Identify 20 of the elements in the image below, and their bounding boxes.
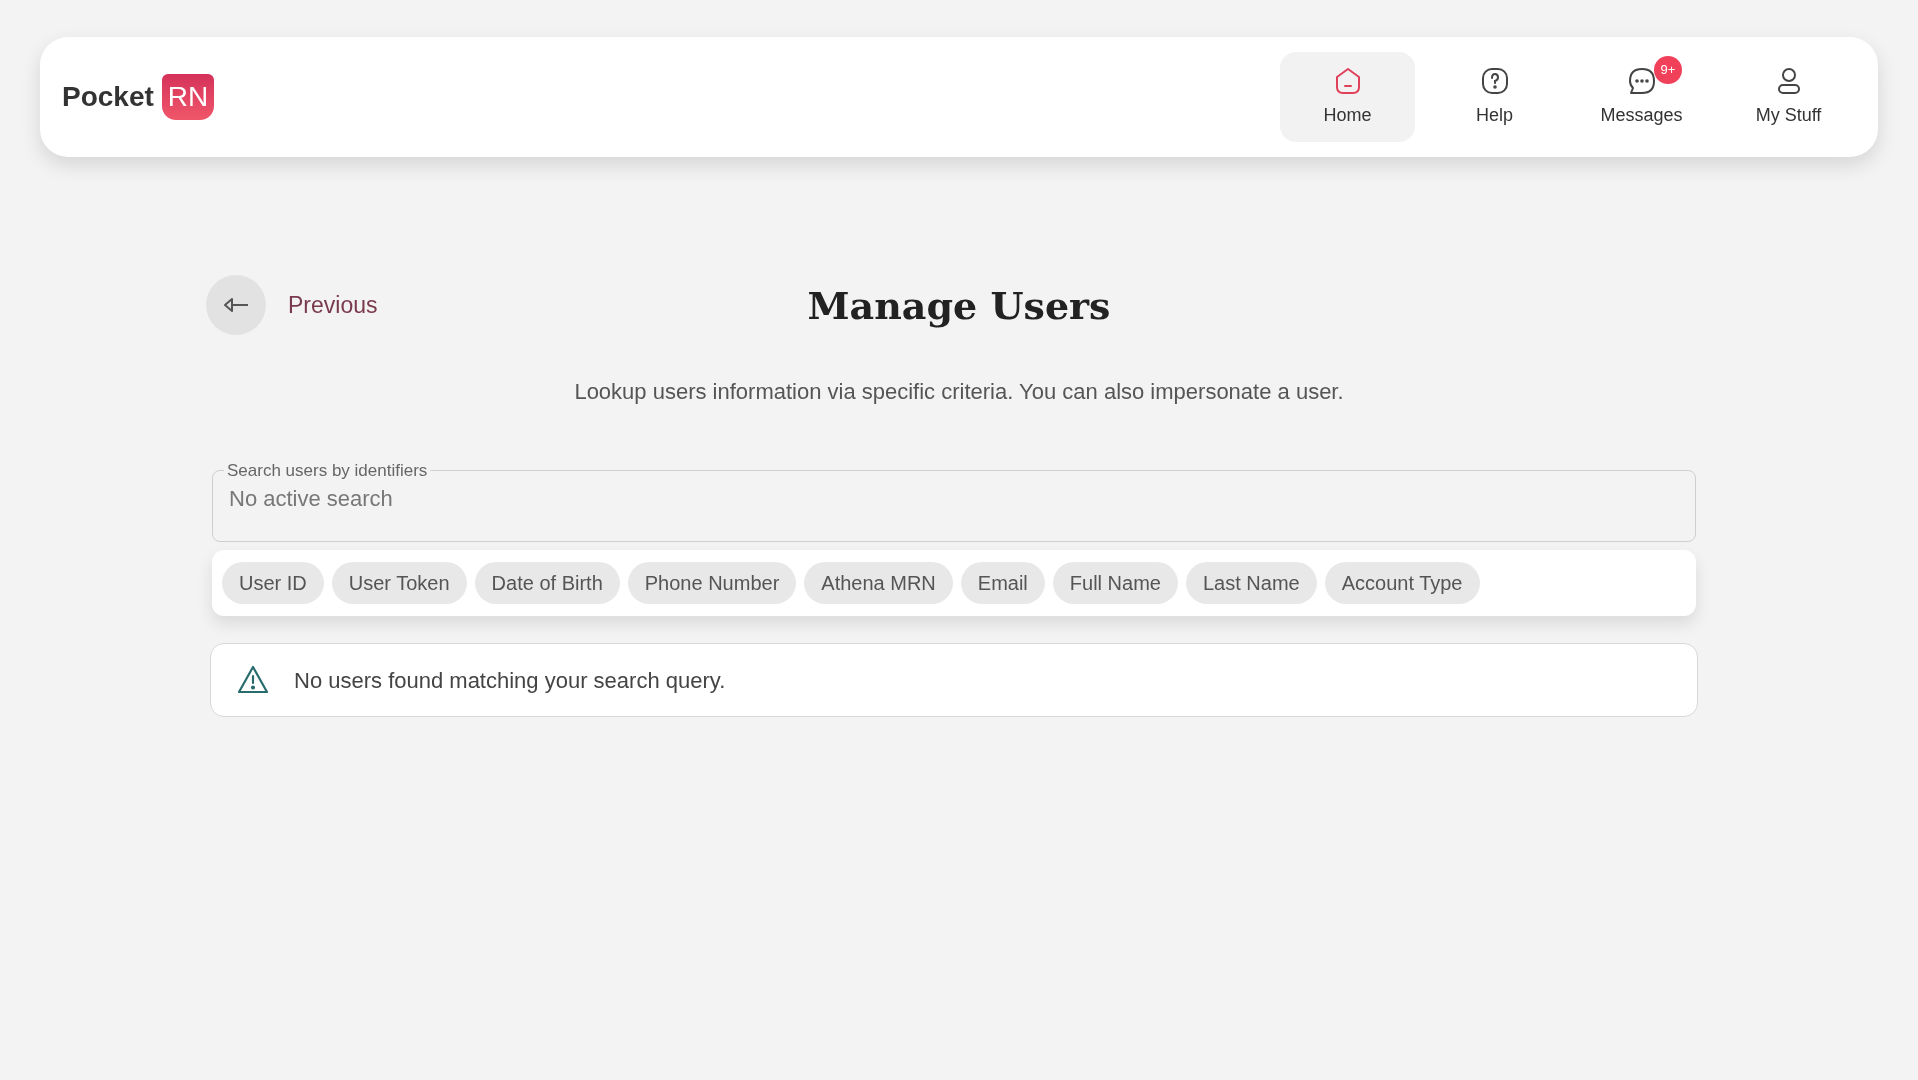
help-icon	[1479, 65, 1510, 96]
alert-message: No users found matching your search query.	[294, 666, 726, 695]
page-title: Manage Users	[807, 281, 1111, 330]
previous-link[interactable]: Previous	[288, 287, 378, 323]
filter-chip[interactable]: User ID	[222, 562, 324, 604]
chat-bubble-icon	[1626, 65, 1657, 96]
page-subtitle: Lookup users information via specific criteria. You can also impersonate a user.	[573, 378, 1345, 406]
logo-badge: RN	[161, 74, 215, 120]
nav-item[interactable]: Home	[1280, 52, 1415, 142]
warning-icon	[236, 664, 270, 696]
filter-chip[interactable]: Email	[960, 562, 1045, 604]
filter-chip[interactable]: Last Name	[1185, 562, 1317, 604]
filter-chip[interactable]: Full Name	[1052, 562, 1178, 604]
filter-chip[interactable]: User Token	[331, 562, 467, 604]
filter-chip[interactable]: Athena MRN	[804, 562, 953, 604]
notification-badge: 9+	[1654, 56, 1682, 84]
filter-chip[interactable]: Phone Number	[627, 562, 797, 604]
filter-chip[interactable]: Account Type	[1324, 562, 1480, 604]
logo-text: Pocket	[62, 80, 154, 114]
filter-chip[interactable]: Date of Birth	[474, 562, 620, 604]
